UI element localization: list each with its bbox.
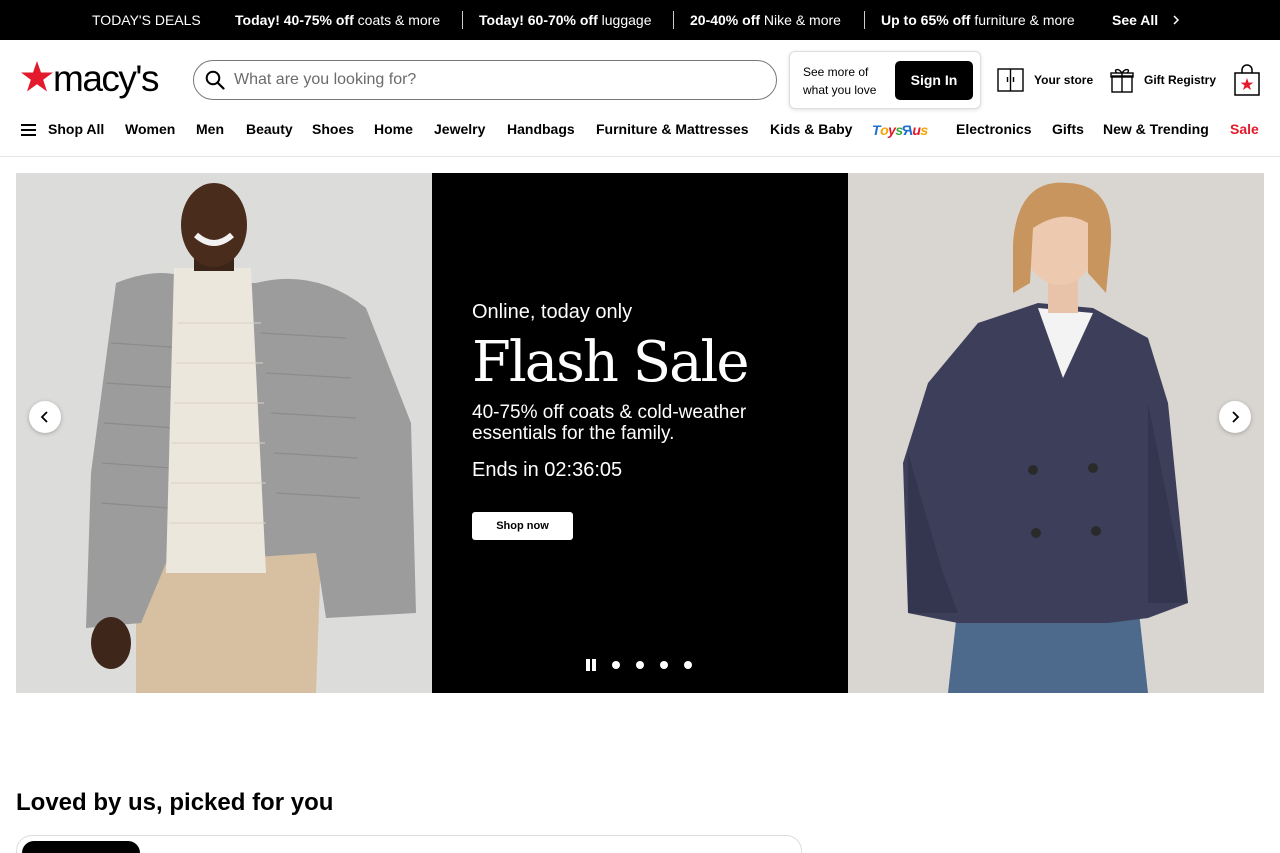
nav-shop-all[interactable]: Shop All xyxy=(48,121,104,137)
deal-link-furniture[interactable]: Up to 65% off furniture & more xyxy=(881,0,1075,40)
nav-jewelry[interactable]: Jewelry xyxy=(434,121,485,137)
chevron-left-icon xyxy=(40,411,48,423)
nav-divider xyxy=(0,156,1280,157)
deal-divider xyxy=(462,11,463,29)
search-icon[interactable] xyxy=(205,70,225,90)
hero-eyebrow: Online, today only xyxy=(472,301,633,323)
your-store-label: Your store xyxy=(1034,73,1094,87)
chevron-right-icon xyxy=(1232,411,1240,423)
nav-furniture-mattresses[interactable]: Furniture & Mattresses xyxy=(596,121,748,137)
deal-link-coats[interactable]: Today! 40-75% off coats & more xyxy=(235,0,440,40)
active-filter-pill[interactable] xyxy=(22,841,140,853)
search-bar[interactable] xyxy=(193,60,777,100)
gift-icon xyxy=(1110,68,1134,93)
category-nav: Shop All Women Men Beauty Shoes Home Jew… xyxy=(0,113,1280,147)
nav-shoes[interactable]: Shoes xyxy=(312,121,354,137)
chevron-right-icon[interactable] xyxy=(1171,13,1181,27)
nav-men[interactable]: Men xyxy=(196,121,224,137)
logo-wordmark: macy's xyxy=(53,58,159,99)
signin-prompt: See more of what you love Sign In xyxy=(789,51,981,109)
recommendation-filter-strip xyxy=(16,835,802,853)
carousel-dot[interactable] xyxy=(612,661,620,669)
deals-bar: TODAY'S DEALS Today! 40-75% off coats & … xyxy=(0,0,1280,40)
your-store-link[interactable]: Your store xyxy=(997,64,1093,96)
hero-description: 40-75% off coats & cold-weather essentia… xyxy=(472,402,747,444)
shopping-bag-icon[interactable] xyxy=(1234,64,1260,96)
hero-promo-panel: Online, today only Flash Sale 40-75% off… xyxy=(432,173,848,693)
deal-divider xyxy=(673,11,674,29)
nav-women[interactable]: Women xyxy=(125,121,175,137)
carousel-dot[interactable] xyxy=(660,661,668,669)
deal-link-luggage[interactable]: Today! 60-70% off luggage xyxy=(479,0,651,40)
carousel-dot[interactable] xyxy=(636,661,644,669)
nav-sale[interactable]: Sale xyxy=(1230,121,1259,137)
carousel-dot[interactable] xyxy=(684,661,692,669)
gift-registry-link[interactable]: Gift Registry xyxy=(1110,64,1216,96)
hero-image-woman-coat[interactable] xyxy=(848,173,1264,693)
carousel-prev-button[interactable] xyxy=(29,401,61,433)
woman-in-navy-coat-image xyxy=(848,173,1264,693)
nav-electronics[interactable]: Electronics xyxy=(956,121,1031,137)
store-icon xyxy=(997,68,1024,92)
nav-home[interactable]: Home xyxy=(374,121,413,137)
signin-message: See more of what you love xyxy=(803,65,877,97)
deal-link-nike[interactable]: 20-40% off Nike & more xyxy=(690,0,841,40)
search-input[interactable] xyxy=(234,69,754,91)
hero-headline: Flash Sale xyxy=(472,330,750,395)
nav-kids-baby[interactable]: Kids & Baby xyxy=(770,121,852,137)
nav-new-trending[interactable]: New & Trending xyxy=(1103,121,1209,137)
section-title: Loved by us, picked for you xyxy=(16,789,334,816)
hero-countdown: Ends in 02:36:05 xyxy=(472,459,623,481)
hero-carousel: Online, today only Flash Sale 40-75% off… xyxy=(16,173,1264,693)
gift-registry-label: Gift Registry xyxy=(1144,73,1217,87)
macys-logo[interactable]: macy's xyxy=(20,58,165,100)
see-all-deals-link[interactable]: See All xyxy=(1112,0,1158,40)
hamburger-menu-icon[interactable] xyxy=(21,124,36,136)
nav-handbags[interactable]: Handbags xyxy=(507,121,575,137)
sign-in-button[interactable]: Sign In xyxy=(895,61,973,100)
shop-now-button[interactable]: Shop now xyxy=(472,512,573,540)
macys-star-icon xyxy=(21,61,53,92)
nav-toysrus-logo[interactable]: ToysRus xyxy=(872,122,928,138)
man-in-gray-jacket-image xyxy=(16,173,432,693)
todays-deals-label[interactable]: TODAY'S DEALS xyxy=(92,0,201,40)
deal-divider xyxy=(864,11,865,29)
carousel-next-button[interactable] xyxy=(1219,401,1251,433)
hero-image-man-jacket[interactable] xyxy=(16,173,432,693)
nav-gifts[interactable]: Gifts xyxy=(1052,121,1084,137)
nav-beauty[interactable]: Beauty xyxy=(246,121,293,137)
pause-icon[interactable] xyxy=(586,659,598,671)
